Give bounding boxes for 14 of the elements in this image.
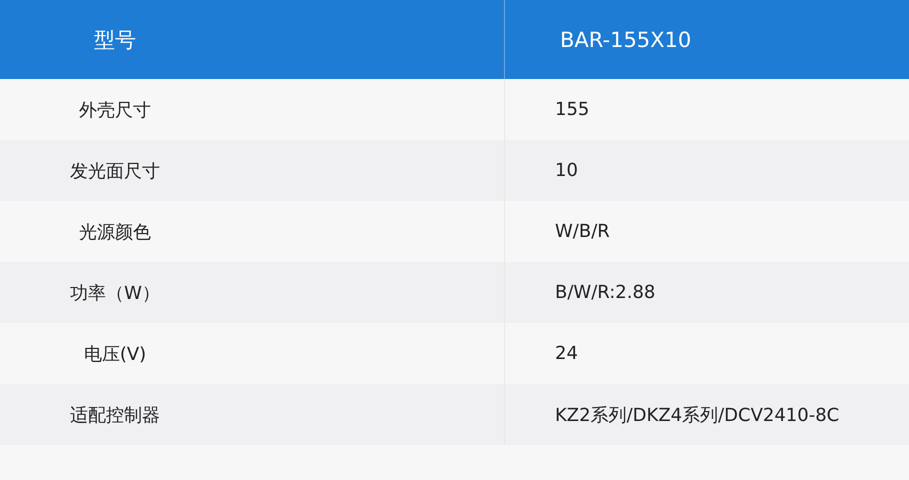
table-cell: 24 (555, 343, 578, 364)
table-cell-text: 电压(V) (82, 342, 148, 366)
table-cell: B/W/R:2.88 (555, 282, 656, 303)
table-cell-text: 适配控制器 (69, 404, 161, 426)
column-header: BAR-155X10 (560, 28, 692, 52)
table-cell-text: 发光面尺寸 (69, 160, 161, 182)
table-cell: W/B/R (555, 221, 610, 242)
table-cell-text: 功率（W） (69, 282, 161, 304)
table-cell: 10 (555, 160, 578, 181)
column-header: 型号 (93, 26, 137, 54)
table-cell: 155 (555, 99, 590, 120)
table-cell-text: 外壳尺寸 (78, 98, 152, 122)
table-cell-text: KZ2系列/DKZ4系列/DCV2410-8C (555, 404, 840, 426)
table-cell-text: 光源颜色 (78, 220, 152, 244)
